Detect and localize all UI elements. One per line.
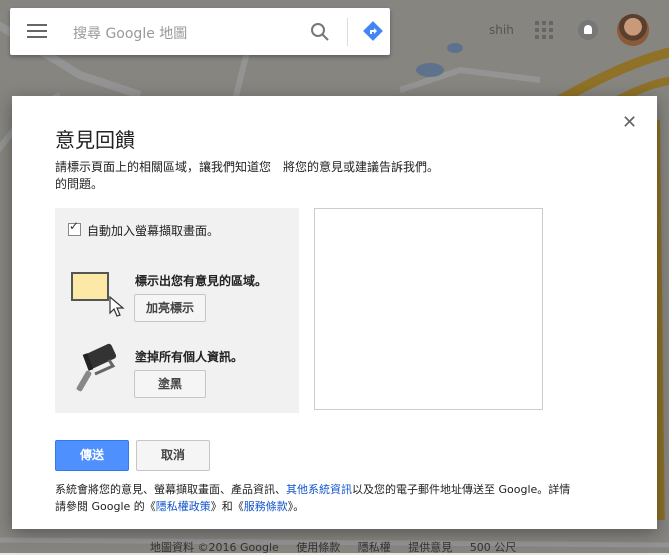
search-input[interactable]: 搜尋 Google 地圖 <box>73 23 187 43</box>
description-line1: 請標示頁面上的相關區域，讓我們知道您 將您的意見或建議告訴我們。 <box>55 160 440 174</box>
directions-icon[interactable] <box>362 20 384 42</box>
annotation-tools-panel: 自動加入螢幕擷取畫面。 標示出您有意見的區域。 加亮標示 塗掉所有個人資訊。 塗… <box>55 208 299 413</box>
cancel-button[interactable]: 取消 <box>136 440 210 471</box>
screenshot-preview[interactable] <box>314 208 543 410</box>
privacy-policy-link[interactable]: 隱私權政策 <box>156 500 211 513</box>
dialog-title: 意見回饋 <box>55 128 135 152</box>
feedback-link[interactable]: 提供意見 <box>408 541 452 554</box>
description-line2: 的問題。 <box>55 177 104 191</box>
apps-grid-icon[interactable] <box>535 21 553 39</box>
search-icon[interactable] <box>310 22 330 42</box>
legal-text-3: 請參閱 Google 的《 <box>55 500 156 513</box>
legal-text-4: 》和《 <box>210 500 244 513</box>
legal-text-1: 系統會將您的意見、螢幕擷取畫面、產品資訊、 <box>55 483 286 496</box>
notifications-icon[interactable] <box>578 20 598 40</box>
terms-link[interactable]: 使用條款 <box>296 541 340 554</box>
dialog-description: 請標示頁面上的相關區域，讓我們知道您 將您的意見或建議告訴我們。 的問題。 <box>55 159 525 193</box>
highlight-button[interactable]: 加亮標示 <box>134 294 206 322</box>
account-name[interactable]: shih <box>489 23 514 37</box>
search-divider <box>347 18 348 46</box>
blackout-label: 塗掉所有個人資訊。 <box>135 350 244 364</box>
legal-text-2: 以及您的電子郵件地址傳送至 Google。詳情 <box>352 483 571 496</box>
system-info-link[interactable]: 其他系統資訊 <box>286 483 352 496</box>
scale-label: 500 公尺 <box>469 541 517 554</box>
send-button[interactable]: 傳送 <box>55 440 129 471</box>
auto-capture-checkbox[interactable] <box>68 219 81 236</box>
blackout-button[interactable]: 塗黑 <box>134 370 206 398</box>
legal-text-5: 》。 <box>287 500 305 513</box>
search-bar[interactable]: 搜尋 Google 地圖 <box>10 8 390 55</box>
avatar[interactable] <box>617 14 649 46</box>
highlight-swatch <box>71 272 109 301</box>
menu-icon[interactable] <box>27 24 47 40</box>
privacy-link[interactable]: 隱私權 <box>358 541 391 554</box>
auto-capture-option[interactable]: 自動加入螢幕擷取畫面。 <box>68 219 220 239</box>
cursor-arrow-icon <box>109 296 125 317</box>
close-icon[interactable]: ✕ <box>622 112 637 133</box>
map-copyright: 地圖資料 ©2016 Google <box>150 541 279 554</box>
feedback-dialog: ✕ 意見回饋 請標示頁面上的相關區域，讓我們知道您 將您的意見或建議告訴我們。 … <box>12 96 657 529</box>
auto-capture-label: 自動加入螢幕擷取畫面。 <box>87 224 220 238</box>
paint-roller-icon <box>76 343 117 392</box>
legal-notice: 系統會將您的意見、螢幕擷取畫面、產品資訊、其他系統資訊以及您的電子郵件地址傳送至… <box>55 481 625 515</box>
highlight-label: 標示出您有意見的區域。 <box>135 274 268 288</box>
terms-of-service-link[interactable]: 服務條款 <box>244 500 288 513</box>
